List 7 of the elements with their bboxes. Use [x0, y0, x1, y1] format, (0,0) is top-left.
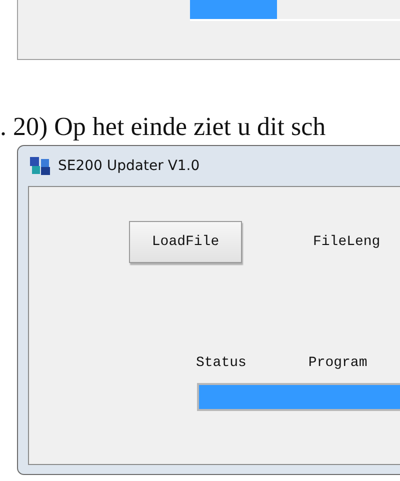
window-title: SE200 Updater V1.0 [58, 158, 200, 174]
program-label: Program [308, 355, 368, 371]
load-file-button[interactable]: LoadFile [129, 221, 242, 263]
file-length-label: FileLeng [313, 234, 380, 250]
cubes-icon [29, 156, 51, 176]
caption-text: . 20) Op het einde ziet u dit sch [0, 112, 327, 142]
status-label: Status [196, 355, 246, 371]
